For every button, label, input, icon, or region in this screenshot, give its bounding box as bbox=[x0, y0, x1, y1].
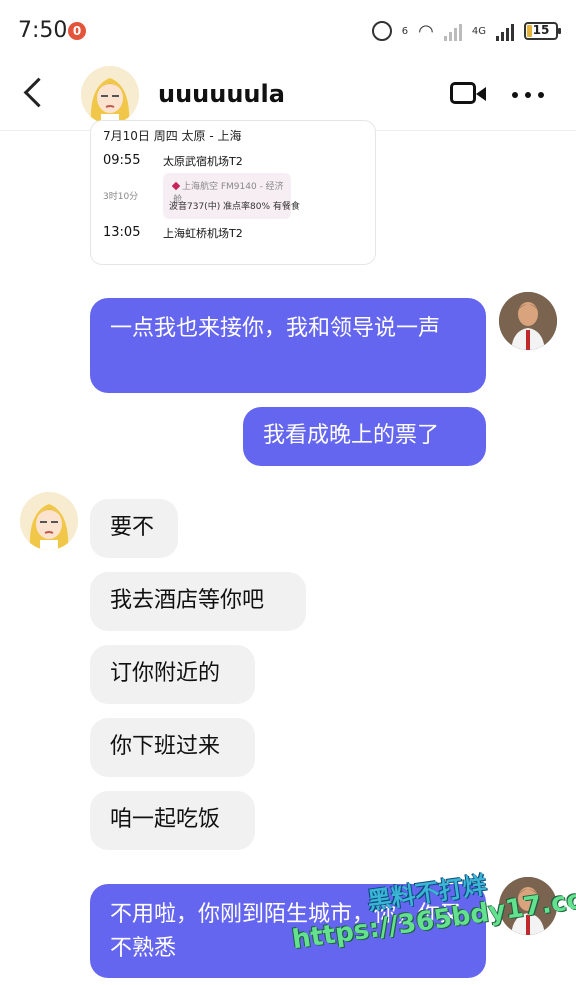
message-incoming[interactable]: 我去酒店等你吧 bbox=[90, 572, 306, 631]
contact-avatar[interactable] bbox=[20, 492, 78, 550]
message-outgoing[interactable]: 一点我也来接你，我和领导说一声 bbox=[90, 298, 486, 393]
status-time: 7:50 bbox=[18, 18, 68, 43]
depart-airport: 太原武宿机场T2 bbox=[163, 155, 243, 168]
signal-icon-sim2 bbox=[496, 21, 514, 41]
message-incoming[interactable]: 咱一起吃饭 bbox=[90, 791, 255, 850]
message-outgoing[interactable]: 我看成晚上的票了 bbox=[243, 407, 486, 466]
message-incoming[interactable]: 你下班过来 bbox=[90, 718, 255, 777]
message-incoming[interactable]: 要不 bbox=[90, 499, 178, 558]
status-icons: 6 ◠ 4G 15 bbox=[371, 18, 561, 44]
message-incoming[interactable]: 订你附近的 bbox=[90, 645, 255, 704]
network-label-left: 6 bbox=[401, 25, 409, 37]
depart-time: 09:55 bbox=[103, 153, 141, 168]
alarm-icon bbox=[371, 21, 392, 41]
contact-name[interactable]: uuuuuula bbox=[158, 80, 285, 108]
flight-details-box: 上海航空 FM9140 - 经济舱 波音737(中) 准点率80% 有餐食 bbox=[163, 173, 300, 219]
flight-duration: 3时10分 bbox=[103, 192, 139, 202]
back-icon[interactable] bbox=[23, 77, 54, 108]
battery-level: 15 bbox=[532, 23, 550, 37]
watermark: 黑料不打烊 https://365bdy17.com bbox=[285, 846, 576, 977]
notification-badge: 0 bbox=[68, 22, 86, 40]
flight-date-route: 7月10日 周四 太原 - 上海 bbox=[103, 129, 242, 143]
battery-icon: 15 bbox=[524, 22, 561, 40]
contact-avatar[interactable] bbox=[81, 66, 139, 124]
more-icon[interactable] bbox=[512, 92, 544, 98]
video-call-icon[interactable] bbox=[450, 82, 486, 104]
wifi-icon: ◠ bbox=[418, 20, 434, 42]
flight-itinerary-card[interactable]: 7月10日 周四 太原 - 上海 09:55 太原武宿机场T2 3时10分 上海… bbox=[90, 120, 376, 265]
arrive-airport: 上海虹桥机场T2 bbox=[163, 227, 243, 240]
status-bar: 7:50 0 6 ◠ 4G 15 bbox=[0, 0, 576, 60]
arrive-time: 13:05 bbox=[103, 225, 141, 240]
my-avatar[interactable] bbox=[499, 292, 557, 350]
network-label-right: 4G bbox=[471, 25, 486, 37]
flight-info: 波音737(中) 准点率80% 有餐食 bbox=[169, 202, 300, 212]
signal-icon-sim1 bbox=[443, 21, 462, 41]
